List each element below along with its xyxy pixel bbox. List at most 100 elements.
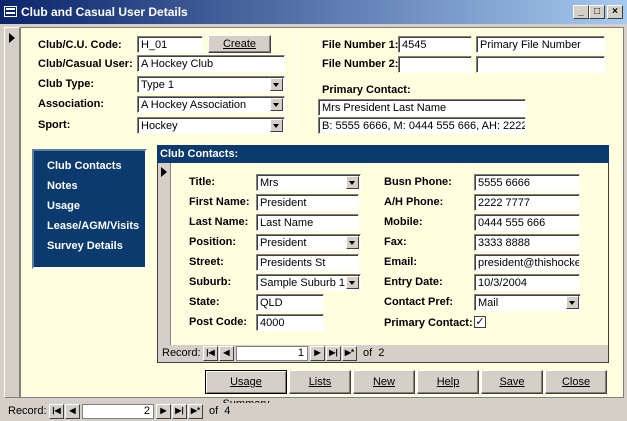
nav-usage[interactable]: Usage	[47, 200, 80, 212]
last-name-field[interactable]: Last Name	[256, 214, 359, 231]
chevron-down-icon[interactable]	[346, 276, 359, 289]
mobile-label: Mobile:	[384, 216, 423, 228]
postcode-label: Post Code:	[189, 316, 248, 328]
new-button[interactable]: New	[353, 370, 415, 394]
busn-phone-label: Busn Phone:	[384, 176, 452, 188]
association-combo[interactable]: A Hockey Association	[137, 96, 285, 113]
primary-contact-label: Primary Contact:	[384, 317, 473, 329]
ah-phone-label: A/H Phone:	[384, 196, 444, 208]
create-button[interactable]: Create	[208, 35, 271, 53]
position-combo[interactable]: President	[256, 234, 361, 251]
contact-pref-label: Contact Pref:	[384, 296, 454, 308]
club-code-label: Club/C.U. Code:	[38, 39, 122, 51]
last-name-label: Last Name:	[189, 216, 249, 228]
title-label: Title:	[189, 176, 216, 188]
file-number2-desc[interactable]	[476, 56, 605, 73]
street-field[interactable]: Presidents St	[256, 254, 359, 271]
ah-phone-field[interactable]: 2222 7777	[474, 194, 580, 211]
suburb-combo[interactable]: Sample Suburb 1	[256, 274, 361, 291]
club-user-label: Club/Casual User:	[38, 58, 133, 70]
chevron-down-icon[interactable]	[270, 98, 283, 111]
subform-record-total: of 2	[363, 347, 385, 359]
prev-record-button[interactable]: ◀	[65, 404, 80, 419]
chevron-down-icon[interactable]	[566, 296, 579, 309]
sport-combo[interactable]: Hockey	[137, 117, 285, 134]
minimize-button[interactable]: _	[573, 5, 589, 19]
chevron-down-icon[interactable]	[270, 78, 283, 91]
chevron-down-icon[interactable]	[346, 236, 359, 249]
close-button[interactable]: Close	[545, 370, 607, 394]
form-icon	[4, 6, 17, 17]
save-button[interactable]: Save	[481, 370, 543, 394]
subform-header: Club Contacts:	[157, 145, 609, 163]
club-type-label: Club Type:	[38, 78, 95, 90]
association-label: Association:	[38, 98, 105, 110]
file-number1-desc[interactable]: Primary File Number	[476, 36, 605, 53]
form-record-number[interactable]: 2	[82, 404, 154, 419]
new-record-button[interactable]: ▶*	[342, 346, 357, 361]
current-record-icon	[9, 33, 15, 43]
fax-field[interactable]: 3333 8888	[474, 234, 580, 251]
nav-club-contacts[interactable]: Club Contacts	[47, 160, 122, 172]
record-selector[interactable]	[4, 27, 20, 398]
contact-pref-combo[interactable]: Mail	[474, 294, 581, 311]
file-number2-field[interactable]	[398, 56, 472, 73]
first-record-button[interactable]: |◀	[49, 404, 64, 419]
nav-survey-details[interactable]: Survey Details	[47, 240, 123, 252]
street-label: Street:	[189, 256, 224, 268]
fax-label: Fax:	[384, 236, 407, 248]
entry-date-label: Entry Date:	[384, 276, 443, 288]
subform-record-selector[interactable]	[158, 163, 171, 345]
subform-record-number[interactable]: 1	[236, 346, 308, 361]
usage-summary-button[interactable]: Usage Summary	[205, 370, 287, 410]
state-field[interactable]: QLD	[256, 294, 324, 311]
file-number2-label: File Number 2:	[322, 58, 399, 70]
last-record-button[interactable]: ▶|	[326, 346, 341, 361]
window-title: Club and Casual User Details	[21, 5, 188, 19]
primary-contact-name[interactable]: Mrs President Last Name	[318, 99, 526, 116]
form-record-label: Record:	[8, 405, 47, 417]
close-window-button[interactable]: ×	[607, 5, 623, 19]
position-label: Position:	[189, 236, 237, 248]
current-record-icon	[161, 167, 167, 177]
state-label: State:	[189, 296, 220, 308]
lists-button[interactable]: Lists	[289, 370, 351, 394]
subform-record-label: Record:	[162, 347, 201, 359]
email-field[interactable]: president@thishockeyclub.com	[474, 254, 580, 271]
busn-phone-field[interactable]: 5555 6666	[474, 174, 580, 191]
entry-date-field[interactable]: 10/3/2004	[474, 274, 580, 291]
section-nav: Club Contacts Notes Usage Lease/AGM/Visi…	[32, 149, 147, 269]
next-record-button[interactable]: ▶	[156, 404, 171, 419]
help-button[interactable]: Help	[417, 370, 479, 394]
subform-record-navigator: Record: |◀ ◀ 1 ▶ ▶| ▶* of 2	[158, 345, 608, 362]
primary-contact-phones[interactable]: B: 5555 6666, M: 0444 555 666, AH: 2222 …	[318, 117, 526, 134]
club-code-field[interactable]: H_01	[137, 36, 203, 53]
form-record-total: of 4	[209, 405, 231, 417]
form-record-navigator: Record: |◀ ◀ 2 ▶ ▶| ▶* of 4	[4, 403, 624, 420]
first-record-button[interactable]: |◀	[203, 346, 218, 361]
primary-contact-checkbox[interactable]: ✓	[474, 316, 486, 328]
new-record-button[interactable]: ▶*	[188, 404, 203, 419]
email-label: Email:	[384, 256, 418, 268]
maximize-button[interactable]: □	[589, 5, 605, 19]
first-name-label: First Name:	[189, 196, 250, 208]
nav-notes[interactable]: Notes	[47, 180, 78, 192]
field-divider	[297, 34, 298, 134]
postcode-field[interactable]: 4000	[256, 314, 324, 331]
club-user-field[interactable]: A Hockey Club	[137, 55, 285, 72]
title-combo[interactable]: Mrs	[256, 174, 361, 191]
first-name-field[interactable]: President	[256, 194, 359, 211]
sport-label: Sport:	[38, 119, 71, 131]
suburb-label: Suburb:	[189, 276, 232, 288]
nav-lease-agm-visits[interactable]: Lease/AGM/Visits	[47, 220, 139, 232]
file-number1-label: File Number 1:	[322, 39, 399, 51]
prev-record-button[interactable]: ◀	[219, 346, 234, 361]
mobile-field[interactable]: 0444 555 666	[474, 214, 580, 231]
chevron-down-icon[interactable]	[270, 119, 283, 132]
chevron-down-icon[interactable]	[346, 176, 359, 189]
last-record-button[interactable]: ▶|	[172, 404, 187, 419]
primary-contact-heading: Primary Contact:	[322, 84, 411, 96]
club-type-combo[interactable]: Type 1	[137, 76, 285, 93]
next-record-button[interactable]: ▶	[310, 346, 325, 361]
file-number1-field[interactable]: 4545	[398, 36, 472, 53]
